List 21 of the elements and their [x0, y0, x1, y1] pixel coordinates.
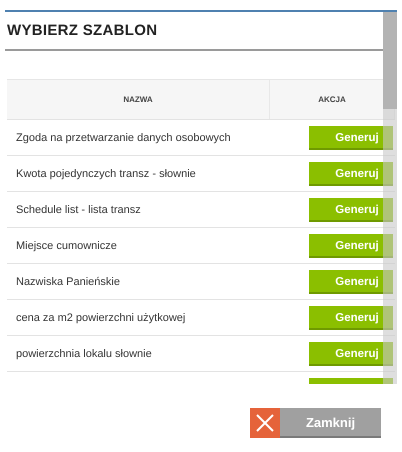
generate-button[interactable]: Generuj — [309, 234, 393, 258]
column-header: NAZWA — [123, 95, 153, 104]
dialog-title: WYBIERZ SZABLON — [7, 22, 158, 39]
column-header: AKCJA — [318, 95, 346, 104]
generate-button[interactable]: Generuj — [309, 162, 393, 186]
close-button[interactable]: Zamknij — [250, 408, 381, 438]
template-name: cena za m2 powierzchni użytkowej — [15, 312, 186, 324]
generate-button[interactable]: Generuj — [309, 342, 393, 366]
template-name: Kwota pojedynczych transz - słownie — [15, 168, 197, 180]
template-name: Nazwiska Panieńskie — [15, 276, 121, 288]
template-name: Zgoda na przetwarzanie danych osobowych — [15, 132, 232, 144]
generate-button[interactable]: Generuj — [309, 198, 393, 222]
scrollbar-thumb[interactable] — [383, 12, 397, 109]
template-name: Miejsce cumownicze — [15, 240, 118, 252]
generate-button[interactable]: Generuj — [309, 270, 393, 294]
template-name: Schedule list - lista transz — [15, 204, 142, 216]
template-name: powierzchnia lokalu słownie — [15, 348, 153, 360]
close-icon — [256, 414, 274, 432]
generate-button[interactable]: Generuj — [309, 126, 393, 150]
generate-button[interactable]: Generuj — [309, 306, 393, 330]
scrollbar[interactable] — [383, 12, 397, 384]
